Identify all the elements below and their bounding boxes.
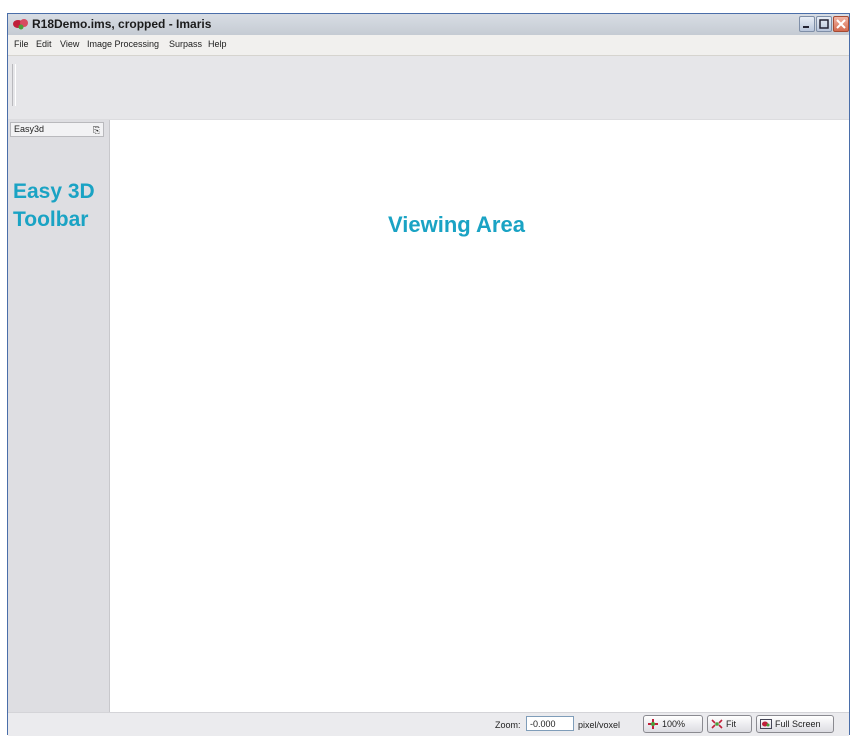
easy3d-panel: Easy3d ⎘ Easy 3D Toolbar	[8, 120, 110, 712]
title-bar[interactable]: R18Demo.ims, cropped - Imaris	[8, 14, 849, 36]
full-screen-label: Full Screen	[775, 719, 821, 729]
window-title: R18Demo.ims, cropped - Imaris	[32, 17, 212, 31]
viewing-area-annotation: Viewing Area	[388, 212, 525, 237]
fit-icon	[711, 719, 723, 729]
zoom-100-icon	[648, 719, 658, 729]
viewing-area[interactable]: Viewing Area	[110, 120, 849, 712]
minimize-button[interactable]	[799, 16, 815, 32]
zoom-100-label: 100%	[662, 719, 686, 729]
zoom-unit-label: pixel/voxel	[578, 720, 621, 730]
close-icon	[836, 19, 846, 29]
menu-surpass[interactable]: Surpass	[169, 39, 202, 49]
minimize-icon	[803, 26, 809, 28]
pin-icon[interactable]: ⎘	[93, 125, 100, 136]
menu-bar: File Edit View Image Processing Surpass …	[8, 35, 849, 56]
close-button[interactable]	[833, 16, 849, 32]
menu-file[interactable]: File	[14, 39, 29, 49]
fit-button[interactable]: Fit	[707, 715, 752, 733]
panel-header[interactable]: Easy3d ⎘	[10, 122, 104, 137]
easy3d-toolbar-annotation: Easy 3D Toolbar	[13, 180, 95, 231]
fit-label: Fit	[726, 719, 736, 729]
full-screen-icon	[760, 719, 772, 729]
imaris-logo-icon	[13, 19, 28, 30]
maximize-icon	[819, 19, 829, 29]
status-bar: Zoom: pixel/voxel 100% Fit Full Screen	[8, 712, 849, 736]
full-screen-button[interactable]: Full Screen	[756, 715, 834, 733]
maximize-button[interactable]	[816, 16, 832, 32]
panel-title: Easy3d	[14, 124, 45, 134]
menu-help[interactable]: Help	[208, 39, 227, 49]
toolbar-grip-handle[interactable]	[12, 64, 16, 106]
zoom-label: Zoom:	[495, 720, 521, 730]
menu-edit[interactable]: Edit	[36, 39, 52, 49]
zoom-input[interactable]	[526, 716, 574, 731]
toolbar-area	[8, 56, 849, 120]
imaris-window: R18Demo.ims, cropped - Imaris File Edit …	[7, 13, 850, 736]
zoom-100-button[interactable]: 100%	[643, 715, 703, 733]
menu-image-processing[interactable]: Image Processing	[87, 39, 159, 49]
menu-view[interactable]: View	[60, 39, 79, 49]
